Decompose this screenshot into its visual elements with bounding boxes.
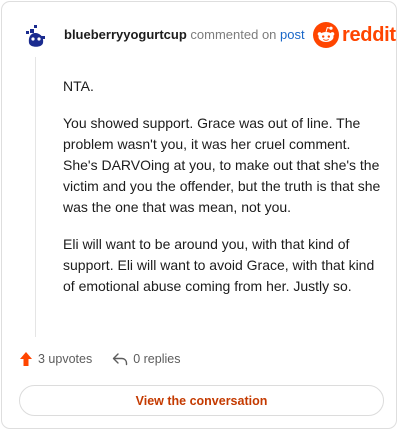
thread-line — [35, 57, 36, 337]
view-conversation-button[interactable]: View the conversation — [19, 385, 384, 416]
snoo-avatar-icon — [26, 25, 45, 47]
upvotes-label: 3 upvotes — [38, 352, 93, 366]
replies-label: 0 replies — [133, 352, 181, 366]
comment-paragraph: NTA. — [63, 78, 94, 94]
user-avatar[interactable] — [20, 19, 52, 49]
comment-body: NTA. You showed support. Grace was out o… — [63, 76, 381, 313]
reddit-snoo-icon — [313, 22, 339, 48]
comment-paragraph: Eli will want to be around you, with tha… — [63, 236, 375, 294]
comment-actions: 3 upvotes 0 replies — [19, 350, 180, 368]
post-link[interactable]: post — [280, 27, 305, 42]
reddit-wordmark: reddit — [342, 23, 396, 46]
reddit-logo[interactable]: reddit — [313, 22, 396, 48]
action-text: commented on — [190, 27, 277, 42]
comment-header: blueberryyogurtcup commented on post — [64, 28, 305, 42]
comment-paragraph: You showed support. Grace was out of lin… — [63, 115, 381, 215]
replies-button[interactable]: 0 replies — [112, 352, 180, 366]
comment-card: blueberryyogurtcup commented on post red… — [1, 1, 397, 429]
upvote-arrow-icon — [20, 352, 32, 366]
username-link[interactable]: blueberryyogurtcup — [64, 27, 187, 42]
upvotes-button[interactable]: 3 upvotes — [19, 351, 92, 367]
reply-arrow-icon — [113, 353, 128, 366]
